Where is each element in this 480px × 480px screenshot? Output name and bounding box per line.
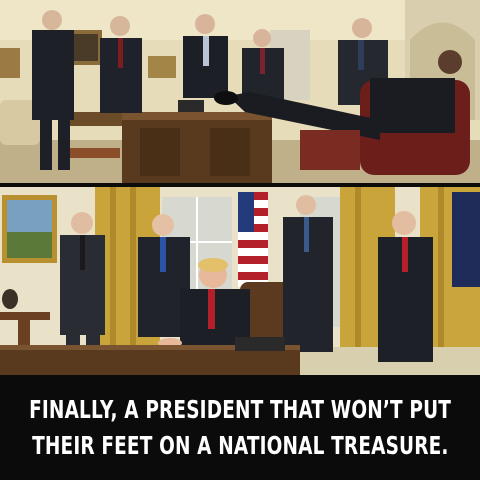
top-photo [0, 0, 480, 183]
american-flag [238, 192, 268, 287]
painting [148, 56, 176, 78]
bottom-photo-scene [0, 187, 480, 375]
presidential-flag [452, 192, 480, 287]
shoes [214, 91, 238, 105]
bottom-photo [0, 187, 480, 375]
meme-caption: FINALLY, A PRESIDENT THAT WON’T PUT THEI… [0, 375, 480, 480]
desk-phone [178, 100, 204, 112]
caption-line-1: FINALLY, A PRESIDENT THAT WON’T PUT [29, 394, 451, 424]
top-photo-scene [0, 0, 480, 183]
standing-man-right [283, 195, 333, 352]
caption-line-2: THEIR FEET ON A NATIONAL TREASURE. [31, 430, 449, 460]
left-painting [0, 48, 20, 78]
desk-phone [235, 337, 285, 351]
